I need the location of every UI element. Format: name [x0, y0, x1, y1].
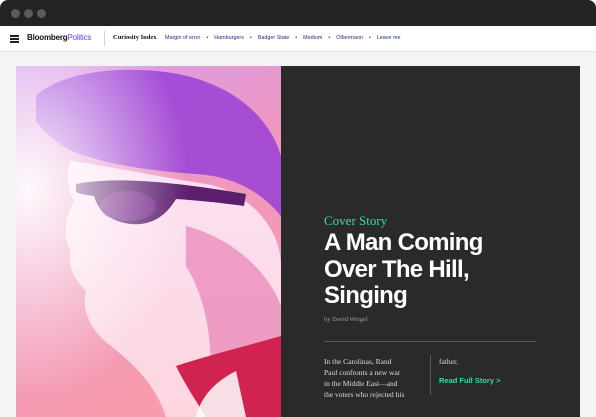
maximize-window-button[interactable] — [37, 9, 46, 18]
cover-photo — [16, 66, 281, 417]
hamburger-menu-icon[interactable] — [10, 35, 19, 43]
headline-line: Singing — [324, 282, 408, 309]
window-titlebar — [0, 0, 596, 26]
nav-link[interactable]: Badger State — [258, 35, 289, 41]
byline: by David Weigel — [324, 316, 368, 323]
teaser-text: In the Carolinas, Rand Paul confronts a … — [324, 356, 429, 400]
teaser-line: Paul confronts a new war — [324, 368, 401, 377]
nav-separator: • — [295, 34, 298, 41]
cover-story-kicker: Cover Story — [324, 213, 388, 228]
headline-line: A Man Coming — [324, 229, 483, 256]
section-title[interactable]: Curiosity Index — [113, 34, 157, 41]
nav-link[interactable]: Margin of error — [165, 35, 200, 41]
nav-divider — [104, 31, 105, 46]
nav-link[interactable]: Leave me — [377, 35, 401, 41]
nav-separator: • — [368, 34, 371, 41]
nav-separator: • — [328, 34, 331, 41]
teaser-line: in the Middle East—and — [324, 379, 398, 388]
cover-story-hero: Cover Story A Man Coming Over The Hill, … — [16, 66, 580, 417]
logo-wordmark-politics: Politics — [67, 33, 92, 42]
nav-link[interactable]: Olbermann — [336, 35, 363, 41]
close-window-button[interactable] — [11, 9, 20, 18]
nav-separator: • — [249, 34, 252, 41]
nav-link[interactable]: Medium — [303, 35, 322, 41]
headline[interactable]: A Man Coming Over The Hill, Singing — [324, 229, 554, 310]
hero-divider — [324, 341, 536, 342]
nav-links: Margin of error • Hamburgers • Badger State •… — [165, 35, 401, 41]
browser-window: BloombergPolitics Curiosity Index Margin… — [0, 0, 596, 417]
read-full-story-link[interactable]: Read Full Story > — [439, 376, 500, 385]
minimize-window-button[interactable] — [24, 9, 33, 18]
teaser-divider — [430, 355, 431, 395]
teaser-line: the voters who rejected his — [324, 390, 405, 399]
teaser-continuation: father. — [439, 357, 458, 366]
nav-link[interactable]: Hamburgers — [214, 35, 244, 41]
headline-line: Over The Hill, — [324, 255, 470, 283]
site-header: BloombergPolitics Curiosity Index Margin… — [0, 26, 596, 52]
teaser-line: In the Carolinas, Rand — [324, 357, 392, 366]
logo-wordmark-bloomberg: Bloomberg — [27, 33, 68, 42]
nav-separator: • — [206, 34, 209, 41]
site-logo[interactable]: BloombergPolitics — [27, 33, 91, 42]
